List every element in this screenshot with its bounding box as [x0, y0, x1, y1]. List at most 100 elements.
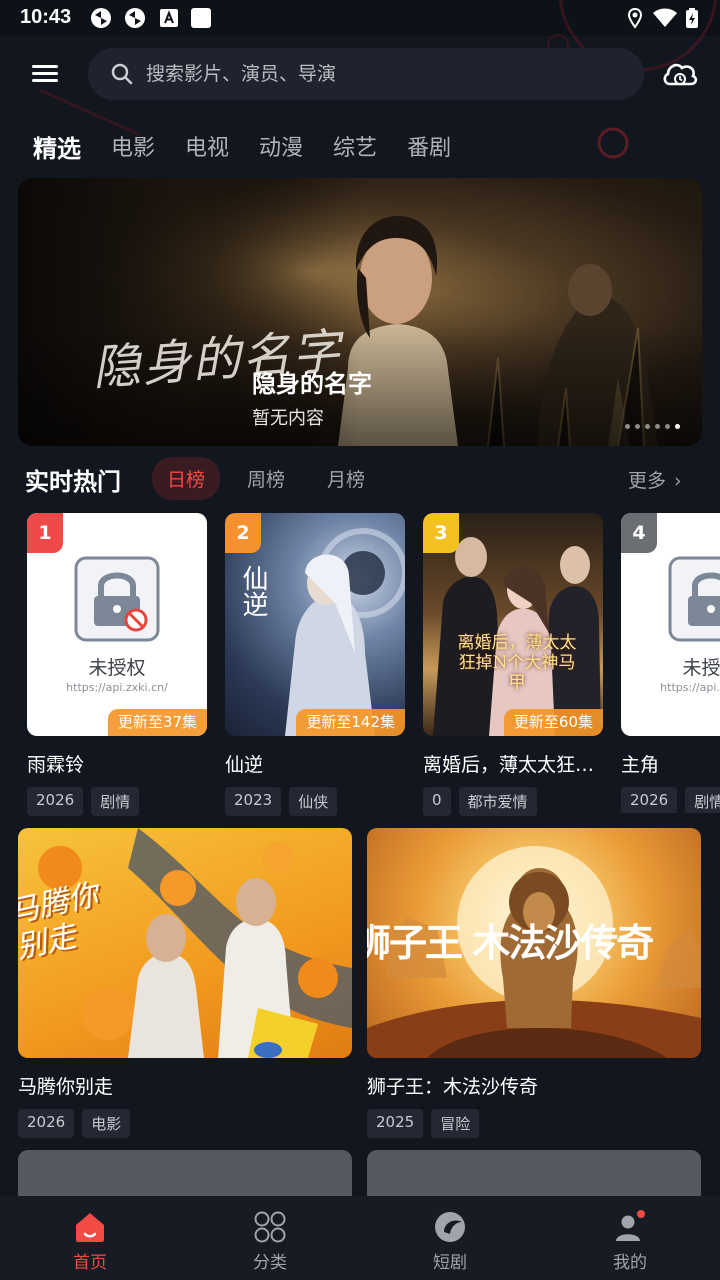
short-drama-icon: [435, 1212, 465, 1242]
tab-daily[interactable]: 日榜: [152, 456, 221, 500]
tab-tv[interactable]: 电视: [185, 130, 229, 162]
poster-image: 马腾你别走: [18, 828, 352, 1058]
menu-button[interactable]: [28, 58, 62, 90]
tab-anime[interactable]: 动漫: [259, 130, 303, 162]
tab-movies[interactable]: 电影: [111, 130, 155, 162]
poster-title-text: 仙逆: [238, 565, 268, 617]
year-tag: 2026: [18, 1109, 75, 1138]
lock-icon: [668, 556, 720, 642]
home-icon: [76, 1213, 104, 1242]
genre-tag: 电影: [82, 1109, 131, 1138]
nav-category[interactable]: 分类: [180, 1196, 360, 1280]
movie-card-placeholder[interactable]: [367, 1150, 701, 1198]
poster-image: 仙逆 2 更新至142集: [225, 513, 405, 736]
nav-label: 我的: [613, 1253, 647, 1273]
search-icon: [111, 63, 133, 85]
search-input[interactable]: [146, 58, 626, 90]
poster-image: 离婚后，薄太太狂掉N个大神马甲 3 更新至60集: [423, 513, 603, 736]
nav-label: 短剧: [433, 1253, 467, 1273]
nav-label: 分类: [253, 1253, 287, 1273]
movie-card[interactable]: 狮子王 木法沙传奇 狮子王：木法沙传奇 2025 冒险: [367, 828, 701, 1138]
pagination-dot: [665, 424, 670, 429]
card-title: 主角: [621, 754, 660, 776]
unauthorized-url: https://api.zxki.cn/: [66, 681, 168, 694]
more-label: 更多: [628, 470, 667, 492]
more-link[interactable]: 更多 ›: [628, 466, 682, 493]
pagination-dot: [655, 424, 660, 429]
profile-icon: [616, 1210, 647, 1241]
update-badge: 更新至37集: [107, 709, 207, 736]
poster-unauthorized: 未授权 https://api.zxki.cn/ 4: [621, 513, 720, 736]
update-badge: 更新至142集: [296, 709, 405, 736]
tab-featured[interactable]: 精选: [33, 129, 81, 164]
banner-title: 隐身的名字: [252, 370, 372, 398]
section-title-hot: 实时热门: [25, 468, 121, 496]
card-title: 狮子王：木法沙传奇: [367, 1076, 539, 1098]
rank-badge: 1: [27, 513, 63, 553]
hot-card[interactable]: 离婚后，薄太太狂掉N个大神马甲 3 更新至60集 离婚后，薄太太狂… 0 都市爱情: [423, 513, 603, 816]
year-tag: 2023: [225, 787, 282, 816]
year-tag: 0: [423, 787, 451, 816]
rank-badge: 3: [423, 513, 459, 553]
pagination-dot: [625, 424, 630, 429]
year-tag: 2026: [621, 787, 678, 813]
category-icon: [254, 1211, 286, 1243]
nav-short-drama[interactable]: 短剧: [360, 1196, 540, 1280]
ranking-tabs: 日榜 周榜 月榜: [152, 456, 392, 500]
poster-image: 狮子王 木法沙传奇: [367, 828, 701, 1058]
status-time: 10:43: [20, 6, 72, 28]
unauthorized-text: 未授权: [88, 657, 146, 679]
search-bar[interactable]: [88, 48, 644, 100]
update-badge: 更新至60集: [503, 709, 603, 736]
tab-monthly[interactable]: 月榜: [312, 457, 380, 500]
tab-variety[interactable]: 综艺: [333, 130, 377, 162]
app-notification-icon: [91, 8, 111, 28]
card-title: 马腾你别走: [18, 1076, 114, 1098]
lock-icon: [74, 556, 160, 642]
wifi-icon: [653, 8, 677, 27]
genre-tag: 仙侠: [289, 787, 338, 816]
banner-artwork: [18, 178, 702, 446]
pagination-dot: [635, 424, 640, 429]
unauthorized-url: https://api.zxki.cn/: [660, 681, 720, 694]
cloud-icon[interactable]: [660, 56, 700, 92]
tab-weekly[interactable]: 周榜: [232, 457, 300, 500]
movie-card-placeholder[interactable]: [18, 1150, 352, 1198]
font-notification-icon: [160, 9, 178, 27]
featured-banner[interactable]: 隐身的名字 隐身的名字 暂无内容: [18, 178, 702, 446]
hot-card[interactable]: 未授权 https://api.zxki.cn/ 4 主角 2026 剧情: [621, 513, 720, 813]
rank-badge: 4: [621, 513, 657, 553]
hot-card[interactable]: 未授权 https://api.zxki.cn/ 1 更新至37集 雨霖铃 20…: [27, 513, 207, 816]
poster-title-text: 狮子王 木法沙传奇: [367, 920, 654, 965]
rank-badge: 2: [225, 513, 261, 553]
battery-icon: [686, 8, 698, 28]
chevron-right-icon: ›: [674, 470, 682, 492]
genre-tag: 剧情: [91, 787, 140, 816]
poster-title-text: 离婚后，薄太太狂掉N个大神马甲: [457, 633, 577, 693]
status-bar: 10:43: [0, 0, 720, 36]
year-tag: 2025: [367, 1109, 424, 1138]
genre-tag: 剧情: [685, 787, 720, 813]
movie-card[interactable]: 马腾你别走 马腾你别走 2026 电影: [18, 828, 352, 1138]
square-notification-icon: [191, 8, 211, 28]
hot-card[interactable]: 仙逆 2 更新至142集 仙逆 2023 仙侠: [225, 513, 405, 816]
genre-tag: 都市爱情: [458, 787, 537, 816]
bottom-navigation: 首页 分类 短剧 我的: [0, 1196, 720, 1280]
pagination-dot: [645, 424, 650, 429]
app-notification-icon: [125, 8, 145, 28]
banner-pagination: [625, 424, 680, 429]
poster-unauthorized: 未授权 https://api.zxki.cn/ 1 更新至37集: [27, 513, 207, 736]
nav-profile[interactable]: 我的: [540, 1196, 720, 1280]
nav-label: 首页: [73, 1253, 107, 1273]
card-title: 雨霖铃: [27, 754, 85, 776]
genre-tag: 冒险: [431, 1109, 480, 1138]
hot-card-clip: 未授权 https://api.zxki.cn/ 4 主角 2026 剧情: [621, 513, 720, 813]
card-title: 仙逆: [225, 754, 264, 776]
year-tag: 2026: [27, 787, 84, 816]
banner-subtitle: 暂无内容: [252, 408, 324, 429]
tab-bangumi[interactable]: 番剧: [407, 130, 451, 162]
nav-home[interactable]: 首页: [0, 1196, 180, 1280]
category-tabs: 精选 电影 电视 动漫 综艺 番剧: [33, 126, 481, 166]
pagination-dot-active: [675, 424, 680, 429]
unauthorized-text: 未授权: [682, 657, 720, 679]
